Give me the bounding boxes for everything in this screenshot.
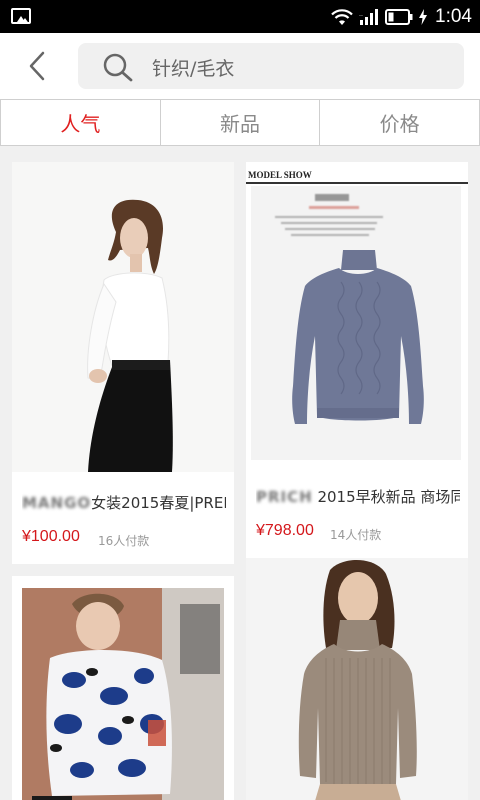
signal-icon: ..	[359, 8, 379, 26]
product-photo-panel	[251, 186, 461, 460]
product-brand: MANGO	[22, 494, 92, 512]
product-image[interactable]	[12, 162, 234, 472]
sort-tabs: 人气 新品 价格	[0, 99, 480, 146]
product-grid: MANGO女装2015春夏|PREI ¥100.00 16人付款 MODEL S…	[0, 146, 480, 800]
tab-new[interactable]: 新品	[161, 100, 321, 145]
product-card[interactable]: MANGO女装2015春夏|PREI ¥100.00 16人付款	[12, 162, 234, 564]
product-card[interactable]	[12, 576, 234, 800]
product-sold-count: 16人付款	[98, 534, 150, 548]
product-price: ¥798.00	[256, 522, 314, 539]
model-show-label: MODEL SHOW	[248, 170, 312, 180]
product-title[interactable]: PRICH 2015早秋新品 商场同	[256, 486, 460, 507]
gallery-icon	[11, 8, 31, 24]
product-title-text: 2015早秋新品 商场同	[312, 488, 460, 506]
charging-icon	[419, 8, 428, 25]
header: 针织/毛衣	[0, 33, 480, 99]
tab-popularity[interactable]: 人气	[1, 100, 161, 145]
status-icons: .. 1:04	[331, 0, 472, 33]
status-bar: .. 1:04	[0, 0, 480, 33]
product-price: ¥100.00	[22, 528, 80, 545]
back-button[interactable]	[18, 47, 56, 85]
product-title[interactable]: MANGO女装2015春夏|PREI	[22, 492, 226, 513]
divider	[246, 182, 468, 184]
product-brand: PRICH	[256, 488, 313, 506]
product-card[interactable]	[246, 558, 468, 800]
product-image[interactable]	[246, 558, 468, 800]
tab-price[interactable]: 价格	[320, 100, 479, 145]
product-title-text: 女装2015春夏|PREI	[91, 494, 226, 512]
product-sold-count: 14人付款	[330, 528, 382, 542]
search-input[interactable]: 针织/毛衣	[78, 43, 464, 89]
product-image[interactable]: MODEL SHOW	[246, 162, 468, 468]
clock: 1:04	[435, 5, 472, 27]
chevron-left-icon	[29, 51, 45, 81]
product-card[interactable]: MODEL SHOW PRICH 2015早秋新品 商场同 ¥798.00 14…	[246, 162, 468, 558]
model-show-header: MODEL SHOW	[246, 170, 468, 184]
wifi-icon	[331, 8, 353, 26]
search-query: 针织/毛衣	[152, 58, 235, 80]
svg-text:..: ..	[359, 11, 363, 18]
battery-icon	[385, 8, 413, 25]
product-image[interactable]	[12, 584, 234, 800]
search-icon	[102, 52, 134, 86]
